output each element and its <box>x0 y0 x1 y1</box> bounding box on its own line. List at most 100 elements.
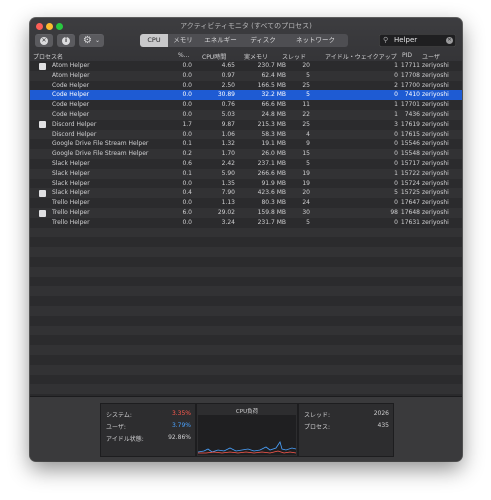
table-row[interactable]: Trello Helper 6.0 29.02 159.8 MB 30 98 17648 ze… <box>30 208 462 218</box>
column-header-pid[interactable]: PID <box>402 52 412 59</box>
table-row[interactable]: Code Helper 0.0 5.03 24.8 MB 22 1 7436 zeriyosh… <box>30 110 462 120</box>
table-row[interactable]: Slack Helper 0.4 7.90 423.6 MB 20 5 15725 zeriy… <box>30 188 462 199</box>
search-field[interactable]: ⚲ Helper ✕ <box>379 34 456 47</box>
empty-row <box>30 355 462 365</box>
table-row[interactable]: Atom Helper 0.0 4.65 230.7 MB 20 1 17711 zeriyo… <box>30 61 462 71</box>
cell-real-memory: 32.2 MB <box>261 91 286 99</box>
cpu-load-panel: CPU負荷 <box>196 403 298 457</box>
cell-cpu-time: 29.02 <box>217 209 235 216</box>
empty-row <box>30 306 462 316</box>
cell-pid: 15548 <box>400 150 420 158</box>
table-row[interactable]: Discord Helper 1.7 9.87 215.3 MB 25 3 17619 zer… <box>30 119 462 130</box>
cell-pid: 17615 <box>400 130 420 138</box>
column-header-threads[interactable]: スレッド <box>282 52 306 61</box>
tab-cpu[interactable]: CPU <box>140 34 168 47</box>
chevron-down-icon: ⌄ <box>95 37 101 44</box>
info-icon: i <box>62 36 70 45</box>
column-header-real-memory[interactable]: 実メモリ <box>244 52 268 61</box>
cell-name: Slack Helper <box>52 169 90 177</box>
table-row[interactable]: Slack Helper 0.0 1.35 91.9 MB 19 0 15724 zeriyo… <box>30 178 462 189</box>
column-header-name[interactable]: プロセス名 <box>33 52 63 61</box>
cell-threads: 5 <box>306 91 310 99</box>
cell-threads: 4 <box>306 130 310 138</box>
quit-process-button[interactable]: ✕ <box>35 34 53 47</box>
cell-user: zeriyoshi <box>422 71 449 79</box>
table-row[interactable]: Discord Helper 0.0 1.06 58.3 MB 4 0 17615 zeriy… <box>30 129 462 140</box>
cell-pid: 7410 <box>404 91 420 99</box>
cell-cpu-time: 5.03 <box>221 111 235 118</box>
cell-pid: 17701 <box>400 101 420 109</box>
cell-cpu-time: 1.32 <box>221 140 235 148</box>
cell-real-memory: 58.3 MB <box>261 130 286 138</box>
cell-idle-wake: 0 <box>394 160 398 167</box>
cell-idle-wake: 0 <box>394 199 398 207</box>
cell-percent: 6.0 <box>182 209 192 216</box>
cell-user: zeriyoshi <box>422 160 449 167</box>
cell-cpu-time: 1.13 <box>221 199 235 207</box>
table-row[interactable]: Code Helper 0.0 0.76 66.6 MB 11 1 17701 zeriyos… <box>30 100 462 110</box>
cell-real-memory: 66.6 MB <box>261 101 286 109</box>
cell-idle-wake: 0 <box>394 130 398 138</box>
tab-network[interactable]: ネットワーク <box>283 34 348 47</box>
action-menu-button[interactable]: ⚙ ⌄ <box>79 34 104 47</box>
inspect-process-button[interactable]: i <box>57 34 75 47</box>
app-icon <box>39 62 46 70</box>
cell-user: zeriyoshi <box>422 101 449 109</box>
processes-label: プロセス: <box>304 424 331 431</box>
empty-row <box>30 276 462 287</box>
tab-energy[interactable]: エネルギー <box>198 34 243 47</box>
idle-label: アイドル状態: <box>106 436 144 443</box>
cpu-load-title: CPU負荷 <box>235 409 259 415</box>
cell-name: Code Helper <box>52 81 90 89</box>
table-row[interactable]: Atom Helper 0.0 0.97 62.4 MB 5 0 17708 zeriyosh… <box>30 70 462 81</box>
clear-search-icon[interactable]: ✕ <box>446 37 453 44</box>
search-input[interactable]: Helper <box>394 36 417 45</box>
tab-disk[interactable]: ディスク <box>243 34 283 47</box>
cell-percent: 0.0 <box>182 179 192 187</box>
cell-idle-wake: 1 <box>394 101 398 109</box>
cell-cpu-time: 30.89 <box>217 91 235 99</box>
column-header-cpu-time[interactable]: CPU時間 <box>202 52 226 61</box>
table-row[interactable]: Trello Helper 0.0 1.13 80.3 MB 24 0 17647 zeriy… <box>30 198 462 208</box>
cell-user: zeriyoshi <box>422 62 449 69</box>
cell-user: zeriyoshi <box>422 81 449 89</box>
cell-cpu-time: 7.90 <box>221 189 235 197</box>
gear-icon: ⚙ <box>83 35 92 46</box>
cell-percent: 0.0 <box>182 218 192 226</box>
table-row[interactable]: Code Helper 0.0 30.89 32.2 MB 5 0 7410 zeriyosh… <box>30 90 462 101</box>
cell-idle-wake: 0 <box>394 140 398 148</box>
cell-threads: 11 <box>302 101 310 109</box>
system-label: システム: <box>106 412 132 419</box>
cell-threads: 22 <box>302 111 310 118</box>
column-header-idle-wake[interactable]: アイドル・ウェイクアップ <box>325 52 397 61</box>
cell-idle-wake: 3 <box>394 120 398 128</box>
column-header-percent[interactable]: %... <box>178 52 189 59</box>
tab-memory[interactable]: メモリ <box>168 34 198 47</box>
cell-idle-wake: 0 <box>394 150 398 158</box>
cell-percent: 0.1 <box>182 140 192 148</box>
app-icon <box>39 189 46 197</box>
process-table: Atom Helper 0.0 4.65 230.7 MB 20 1 17711 zeriyo… <box>30 61 462 396</box>
cell-user: zeriyoshi <box>422 189 449 197</box>
cell-threads: 9 <box>306 140 310 148</box>
empty-row <box>30 266 462 277</box>
empty-row <box>30 247 462 257</box>
table-row[interactable]: Google Drive File Stream Helper 0.2 1.70 26… <box>30 149 462 159</box>
table-row[interactable]: Slack Helper 0.1 5.90 266.6 MB 19 1 15722 zeriy… <box>30 168 462 179</box>
cell-real-memory: 423.6 MB <box>257 189 286 197</box>
cell-name: Trello Helper <box>52 209 90 216</box>
cell-cpu-time: 0.97 <box>221 71 235 79</box>
cell-idle-wake: 2 <box>394 81 398 89</box>
table-row[interactable]: Slack Helper 0.6 2.42 237.1 MB 5 0 15717 zeriyo… <box>30 159 462 169</box>
cell-real-memory: 24.8 MB <box>261 111 286 118</box>
table-row[interactable]: Trello Helper 0.0 3.24 231.7 MB 5 0 17631 zeriy… <box>30 217 462 228</box>
table-row[interactable]: Code Helper 0.0 2.50 166.5 MB 25 2 17700 zeriyo… <box>30 80 462 91</box>
column-header-user[interactable]: ユーザ <box>422 52 440 61</box>
cell-threads: 5 <box>306 218 310 226</box>
threads-processes-panel: スレッド: 2026 プロセス: 435 <box>298 403 394 457</box>
table-row[interactable]: Google Drive File Stream Helper 0.1 1.32 19… <box>30 139 462 150</box>
cell-threads: 25 <box>302 120 310 128</box>
cell-pid: 17711 <box>400 62 420 69</box>
cell-threads: 20 <box>302 62 310 69</box>
cell-threads: 30 <box>302 209 310 216</box>
